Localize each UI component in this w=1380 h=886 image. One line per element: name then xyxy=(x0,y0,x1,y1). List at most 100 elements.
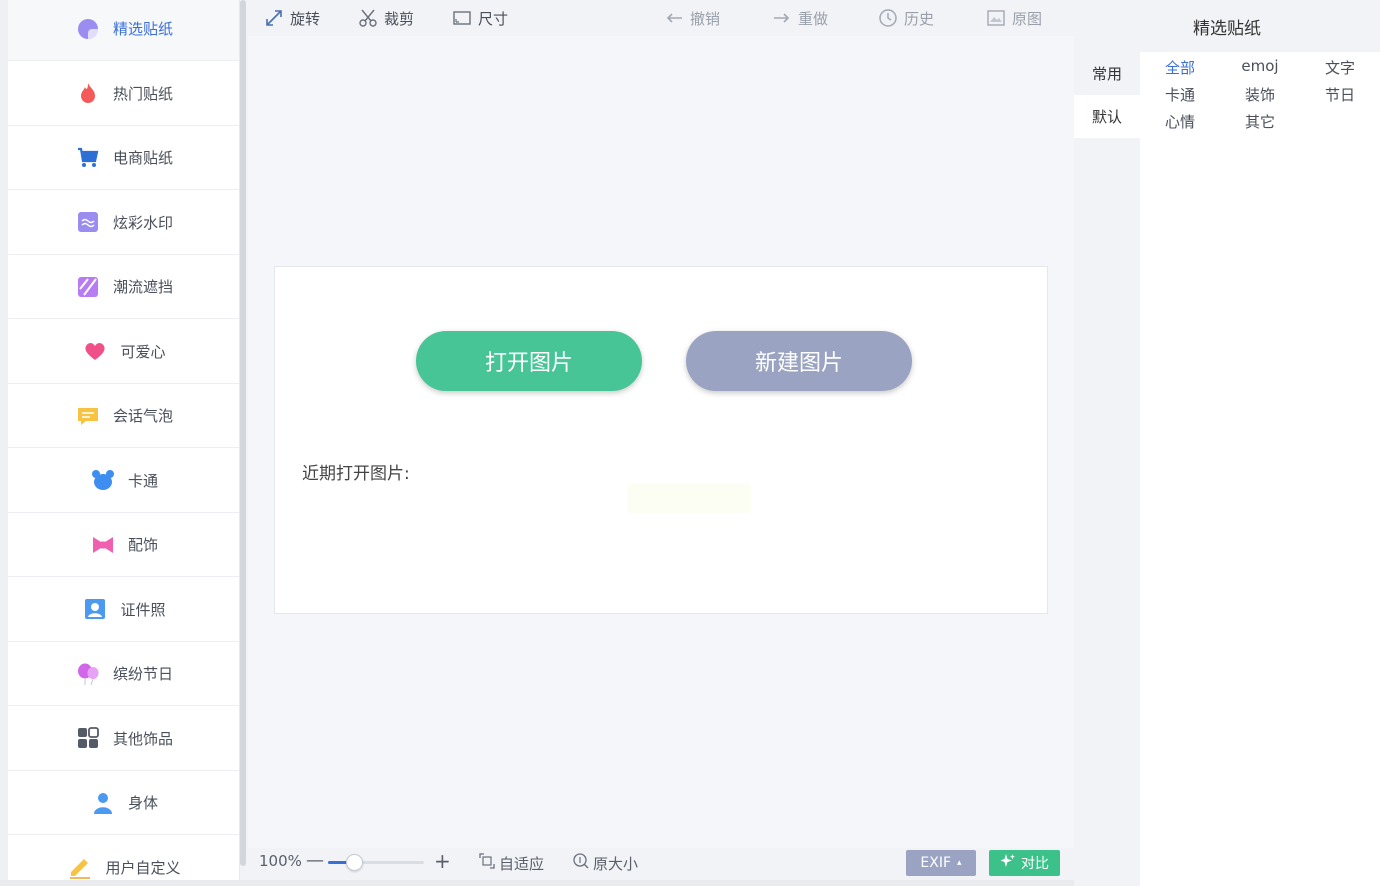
exif-button[interactable]: EXIF ▴ xyxy=(906,850,976,876)
sidebar-item-label: 电商贴纸 xyxy=(112,149,173,167)
compare-button[interactable]: 对比 xyxy=(989,850,1060,876)
sticker-icon xyxy=(75,16,101,42)
zoom-slider-handle[interactable] xyxy=(345,854,363,871)
sidebar-scrollbar[interactable] xyxy=(240,0,246,866)
original-label: 原图 xyxy=(1012,9,1043,28)
fit-icon xyxy=(478,852,496,874)
sidebar-item[interactable]: 缤纷节日 xyxy=(8,642,239,706)
clock-icon xyxy=(878,8,898,28)
sidebar-item[interactable]: 电商贴纸 xyxy=(8,126,239,190)
bottom-bar: 100% — + 自适应 原大小 EXIF ▴ 对比 xyxy=(248,848,1074,878)
sticker-category[interactable]: emoj xyxy=(1225,57,1295,75)
sidebar-item[interactable]: 卡通 xyxy=(8,449,239,513)
sticker-panel: 精选贴纸 常用 默认 全部 emoj 文字 卡通 装饰 节日 心情 其它 xyxy=(1074,0,1380,886)
history-button[interactable]: 历史 xyxy=(878,6,934,30)
sidebar-item-label: 配饰 xyxy=(127,536,158,554)
sidebar-item[interactable]: 可爱心 xyxy=(8,320,239,384)
sticker-category[interactable]: 文字 xyxy=(1305,57,1375,78)
sparkle-icon xyxy=(1000,853,1016,873)
resize-icon xyxy=(452,8,472,28)
fit-button[interactable]: 自适应 xyxy=(478,852,544,874)
sidebar-item-label: 热门贴纸 xyxy=(112,84,173,103)
sidebar-item-label: 可爱心 xyxy=(120,342,166,361)
undo-button[interactable]: 撤销 xyxy=(664,6,720,30)
crop-label: 裁剪 xyxy=(384,9,415,28)
sidebar-item-label: 精选贴纸 xyxy=(112,20,173,38)
toolbar: 旋转 裁剪 尺寸 撤销 重做 历史 原图 xyxy=(248,0,1074,36)
sidebar-item-label: 卡通 xyxy=(127,471,158,490)
sticker-category[interactable]: 其它 xyxy=(1225,111,1295,132)
recent-images-label: 近期打开图片: xyxy=(302,464,410,484)
bear-icon xyxy=(90,467,116,493)
arrow-right-icon xyxy=(772,8,792,28)
id-photo-icon xyxy=(82,596,108,622)
sidebar-edge xyxy=(0,0,8,886)
sticker-category-list: 全部 emoj 文字卡通 装饰 节日心情 其它 xyxy=(1140,52,1380,886)
grid-icon xyxy=(75,725,101,751)
sidebar-item-label: 炫彩水印 xyxy=(112,213,173,232)
redo-button[interactable]: 重做 xyxy=(772,6,828,30)
sticker-panel-tabs: 常用 默认 xyxy=(1074,52,1140,138)
sticker-category[interactable]: 装饰 xyxy=(1225,84,1295,105)
caret-up-icon: ▴ xyxy=(957,858,962,868)
crop-button[interactable]: 裁剪 xyxy=(358,6,414,30)
sidebar-item-label: 缤纷节日 xyxy=(112,665,173,683)
mask-icon xyxy=(75,274,101,300)
sticker-tab[interactable]: 常用 xyxy=(1074,52,1140,95)
sidebar-item[interactable]: 潮流遮挡 xyxy=(8,255,239,319)
sidebar-item[interactable]: 炫彩水印 xyxy=(8,191,239,255)
sidebar-item[interactable]: 其他饰品 xyxy=(8,707,239,771)
history-label: 历史 xyxy=(904,9,935,28)
sidebar-item-label: 用户自定义 xyxy=(105,858,181,877)
new-image-button[interactable]: 新建图片 xyxy=(686,331,912,391)
magnifier-icon xyxy=(572,852,590,874)
sidebar-item-label: 其他饰品 xyxy=(112,729,173,748)
sidebar-item[interactable]: 会话气泡 xyxy=(8,384,239,448)
start-panel: 打开图片 新建图片 近期打开图片: xyxy=(274,266,1048,614)
image-icon xyxy=(986,8,1006,28)
sidebar-item[interactable]: 身体 xyxy=(8,771,239,835)
heart-icon xyxy=(82,338,108,364)
actual-size-button[interactable]: 原大小 xyxy=(572,852,638,874)
actual-size-label: 原大小 xyxy=(593,854,639,873)
arrow-left-icon xyxy=(664,8,684,28)
zoom-level: 100% xyxy=(259,852,302,870)
sidebar-item-label: 潮流遮挡 xyxy=(112,278,173,296)
bow-icon xyxy=(90,532,116,558)
open-image-button[interactable]: 打开图片 xyxy=(416,331,642,391)
sidebar-item[interactable]: 热门贴纸 xyxy=(8,62,239,126)
sidebar-item[interactable]: 配饰 xyxy=(8,513,239,577)
scissors-icon xyxy=(358,8,378,28)
rotate-icon xyxy=(264,8,284,28)
balloon-icon xyxy=(75,661,101,687)
rotate-button[interactable]: 旋转 xyxy=(264,6,320,30)
sidebar-item[interactable]: 精选贴纸 xyxy=(8,0,239,61)
exif-label: EXIF xyxy=(920,855,952,871)
sidebar-item-label: 会话气泡 xyxy=(112,407,173,425)
compare-label: 对比 xyxy=(1021,856,1049,872)
redo-label: 重做 xyxy=(798,9,829,28)
sticker-tab[interactable]: 默认 xyxy=(1074,95,1140,138)
fit-label: 自适应 xyxy=(499,854,545,873)
sidebar-item[interactable]: 证件照 xyxy=(8,578,239,642)
flame-icon xyxy=(75,80,101,106)
original-button[interactable]: 原图 xyxy=(986,6,1042,30)
sidebar-item[interactable]: 用户自定义 xyxy=(8,836,239,886)
sticker-category[interactable]: 卡通 xyxy=(1145,84,1215,105)
zoom-out-button[interactable]: — xyxy=(306,850,324,871)
cart-icon xyxy=(75,145,101,171)
app-window: 精选贴纸 热门贴纸 电商贴纸 炫彩水印 潮流遮挡 可爱心 会话气泡 卡通 配饰 证件照 缤纷节日 其他… xyxy=(0,0,1380,886)
sticker-category[interactable]: 节日 xyxy=(1305,84,1375,105)
rotate-label: 旋转 xyxy=(290,9,321,28)
resize-button[interactable]: 尺寸 xyxy=(452,6,508,30)
sidebar-item-label: 身体 xyxy=(127,794,158,812)
resize-label: 尺寸 xyxy=(478,9,509,28)
speech-bubble-icon xyxy=(75,403,101,429)
zoom-slider[interactable] xyxy=(328,854,424,871)
person-icon xyxy=(90,790,116,816)
sidebar-item-label: 证件照 xyxy=(120,600,166,619)
sticker-category[interactable]: 全部 xyxy=(1145,57,1215,78)
sticker-category[interactable]: 心情 xyxy=(1145,111,1215,132)
undo-label: 撤销 xyxy=(690,9,721,28)
zoom-in-button[interactable]: + xyxy=(434,849,451,873)
